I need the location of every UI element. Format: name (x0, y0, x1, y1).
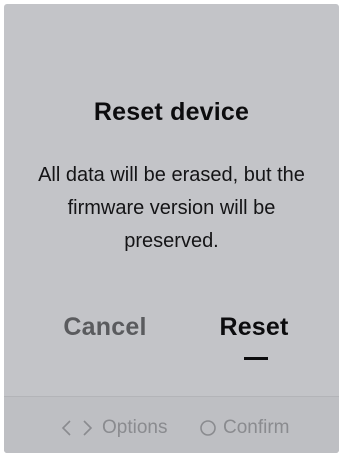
selection-indicator (244, 357, 268, 360)
confirm-hint[interactable]: Confirm (199, 417, 290, 439)
dialog-message: All data will be erased, but the firmwar… (38, 164, 305, 252)
left-right-chevron-icon (58, 419, 96, 437)
circle-icon (199, 419, 217, 437)
options-hint[interactable]: Options (58, 417, 167, 439)
button-hints-footer: Options Confirm (4, 396, 339, 453)
dialog-title: Reset device (93, 98, 250, 126)
reset-button[interactable]: Reset (210, 313, 298, 342)
cancel-button[interactable]: Cancel (54, 313, 156, 342)
options-label: Options (102, 417, 168, 438)
confirm-label: Confirm (223, 417, 290, 438)
reset-device-screen: Reset device All data will be erased, bu… (4, 4, 339, 453)
